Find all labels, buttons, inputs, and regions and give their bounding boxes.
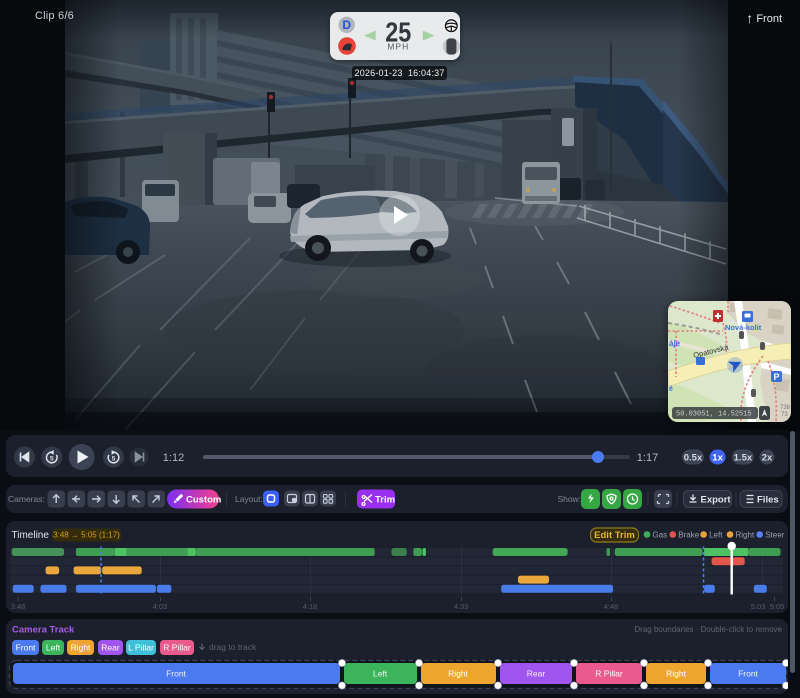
- svg-text:5:05: 5:05: [770, 602, 785, 611]
- svg-text:1:12: 1:12: [163, 452, 184, 464]
- svg-text:5:03: 5:03: [751, 602, 766, 611]
- svg-text:L Pillar: L Pillar: [128, 643, 154, 653]
- svg-text:MPH: MPH: [387, 42, 409, 52]
- svg-text:2x: 2x: [762, 453, 773, 464]
- svg-text:Layout:: Layout:: [235, 494, 263, 504]
- svg-text:Rear: Rear: [101, 643, 120, 653]
- svg-text:Front: Front: [16, 643, 36, 653]
- svg-text:0.5x: 0.5x: [684, 453, 703, 464]
- svg-text:Left: Left: [373, 669, 388, 679]
- svg-text:R Pillar: R Pillar: [163, 643, 191, 653]
- svg-text:1x: 1x: [712, 453, 723, 464]
- svg-text:ě: ě: [669, 386, 673, 393]
- svg-text:5: 5: [112, 455, 116, 462]
- svg-text:Export: Export: [701, 495, 732, 506]
- svg-text:Custom: Custom: [186, 495, 221, 506]
- svg-text:Trim: Trim: [375, 495, 395, 506]
- svg-text:4:33: 4:33: [454, 602, 469, 611]
- svg-text:4:18: 4:18: [303, 602, 318, 611]
- svg-text:Right: Right: [71, 643, 91, 653]
- svg-text:Show:: Show:: [558, 494, 582, 504]
- svg-text:R Pillar: R Pillar: [595, 669, 623, 679]
- svg-text:3:48: 3:48: [11, 602, 26, 611]
- svg-text:Nová-kolit: Nová-kolit: [725, 323, 762, 332]
- svg-text:1.5x: 1.5x: [734, 453, 753, 464]
- svg-text:Brake: Brake: [678, 531, 699, 540]
- svg-text:P: P: [773, 372, 779, 382]
- svg-text:50.03051, 14.52515: 50.03051, 14.52515: [676, 411, 752, 419]
- svg-text:1:17: 1:17: [637, 452, 658, 464]
- svg-text:Timeline: Timeline: [12, 530, 50, 541]
- svg-text:Right: Right: [736, 531, 755, 540]
- svg-text:D: D: [342, 18, 351, 32]
- svg-text:Gas: Gas: [653, 531, 668, 540]
- svg-text:Edit Trim: Edit Trim: [594, 530, 635, 541]
- svg-text:736: 736: [780, 405, 791, 411]
- svg-text:Front: Front: [738, 669, 758, 679]
- svg-text:5: 5: [50, 455, 54, 462]
- svg-text:Right: Right: [448, 669, 468, 679]
- svg-text:4:03: 4:03: [153, 602, 168, 611]
- svg-text:Steer: Steer: [765, 531, 784, 540]
- svg-text:drag to track: drag to track: [209, 642, 257, 652]
- svg-text:Rear: Rear: [527, 669, 546, 679]
- svg-text:Left: Left: [709, 531, 723, 540]
- svg-text:73: 73: [781, 412, 788, 418]
- svg-text:3:48 → 5:05 (1:17): 3:48 → 5:05 (1:17): [53, 531, 120, 540]
- svg-text:áje: áje: [669, 339, 681, 348]
- svg-text:Cameras:: Cameras:: [8, 494, 45, 504]
- svg-text:Right: Right: [666, 669, 686, 679]
- svg-text:Drag boundaries · Double-click: Drag boundaries · Double-click to remove: [634, 625, 782, 634]
- svg-text:Files: Files: [757, 495, 779, 506]
- svg-text:4:48: 4:48: [604, 602, 619, 611]
- svg-text:Camera Track: Camera Track: [12, 625, 75, 636]
- svg-text:Front: Front: [166, 669, 186, 679]
- svg-text:Left: Left: [46, 643, 61, 653]
